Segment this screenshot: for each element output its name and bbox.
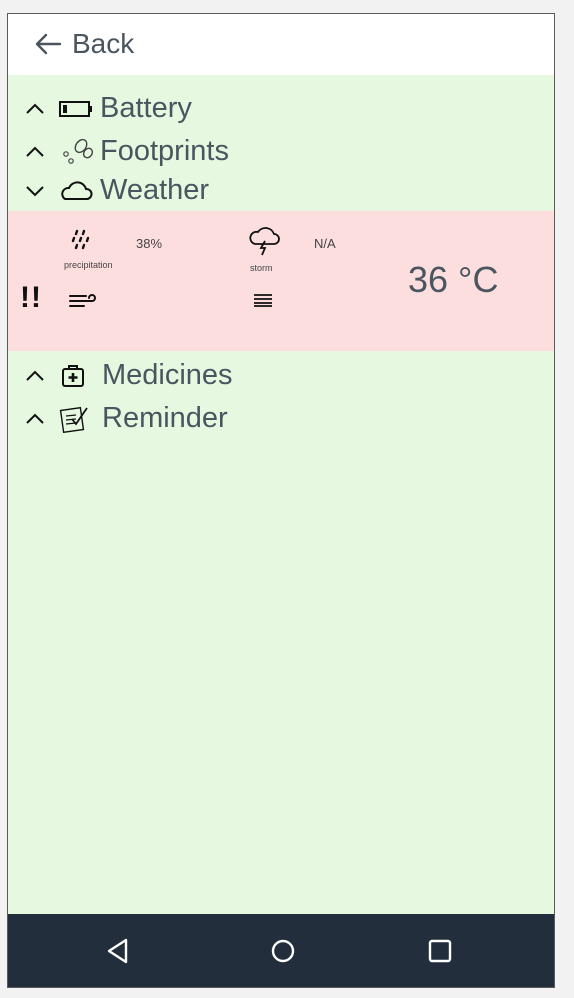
chevron-down-icon — [26, 185, 44, 196]
wind-icon — [69, 294, 96, 307]
weather-panel: 38% precipitation N/A storm !! 36 °C — [8, 211, 554, 351]
back-label: Back — [72, 28, 135, 59]
cloud-icon — [58, 177, 94, 205]
chevron-up-icon — [26, 103, 44, 114]
section-label: Battery — [100, 92, 192, 124]
section-medicines[interactable]: Medicines — [24, 359, 233, 392]
battery-icon — [58, 95, 94, 123]
section-weather[interactable]: Weather — [24, 174, 209, 207]
precipitation-value: 38% — [136, 236, 163, 251]
nav-back-icon[interactable] — [101, 934, 135, 968]
footprints-icon — [58, 138, 94, 166]
fog-icon — [254, 294, 272, 307]
chevron-up-icon — [26, 146, 44, 157]
rain-icon — [71, 229, 90, 250]
section-label: Footprints — [100, 135, 229, 167]
section-label: Reminder — [102, 402, 228, 434]
arrow-left-icon — [35, 33, 62, 55]
nav-home-icon[interactable] — [266, 934, 300, 968]
chevron-up-icon — [26, 370, 44, 381]
section-reminder[interactable]: Reminder — [24, 402, 228, 435]
medical-kit-icon — [58, 362, 88, 390]
alert-indicator: !! — [20, 281, 42, 314]
section-label: Medicines — [102, 359, 233, 391]
system-navbar — [8, 914, 554, 987]
back-button[interactable]: Back — [32, 28, 134, 60]
precipitation-label: precipitation — [64, 260, 113, 270]
storm-label: storm — [250, 263, 273, 273]
section-footprints[interactable]: Footprints — [24, 135, 229, 168]
storm-value: N/A — [314, 236, 336, 251]
app-frame: Back Battery Footprints Weather 38% prec… — [7, 13, 555, 988]
nav-recents-icon[interactable] — [423, 934, 457, 968]
section-battery[interactable]: Battery — [24, 92, 192, 125]
chevron-up-icon — [26, 413, 44, 424]
header: Back — [8, 14, 554, 75]
storm-cloud-icon — [249, 227, 280, 256]
section-label: Weather — [100, 174, 210, 206]
checklist-icon — [58, 405, 90, 433]
temperature-value: 36 °C — [408, 259, 499, 300]
